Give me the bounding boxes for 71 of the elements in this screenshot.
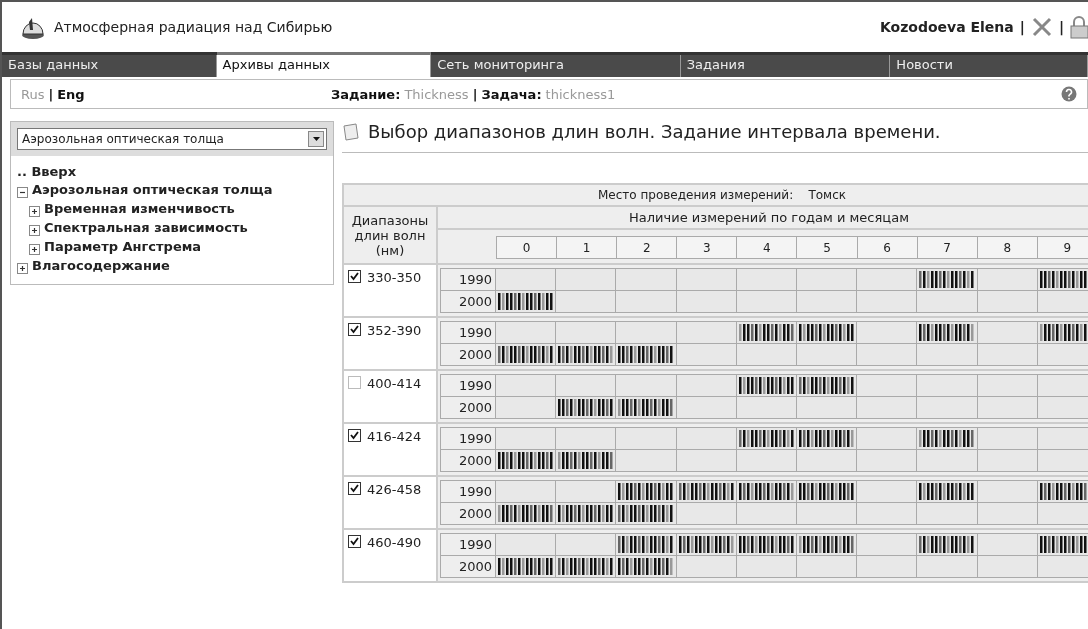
category-dropdown[interactable]: Аэрозольная оптическая толща [17,128,327,150]
nav-tab[interactable]: Базы данных [2,55,217,77]
expand-icon[interactable] [29,206,40,217]
year-label: 2000 [440,396,496,419]
column-header: 0 [496,236,557,259]
range-checkbox[interactable] [348,376,361,389]
separator: | [48,86,54,102]
nav-tab[interactable]: Задания [680,55,891,77]
range-checkbox[interactable] [348,270,361,283]
place-value: Томск [808,188,846,202]
column-header: 4 [736,236,797,259]
place-label: Место проведения измерений: [597,188,794,202]
column-header: 8 [977,236,1038,259]
column-header: 7 [917,236,978,259]
year-label: 2000 [440,502,496,525]
tree-item[interactable]: Временная изменчивость [44,201,235,216]
range-checkbox[interactable] [348,482,361,495]
year-label: 1990 [440,480,496,503]
help-icon[interactable] [1061,86,1077,102]
page-heading: Выбор диапазонов длин волн. Задание интервала времени. [368,121,941,142]
range-checkbox[interactable] [348,429,361,442]
range-checkbox[interactable] [348,535,361,548]
nav-tab[interactable]: Архивы данных [216,52,432,77]
year-label: 2000 [440,343,496,366]
tree-item[interactable]: Аэрозольная оптическая толща [32,182,273,197]
year-label: 1990 [440,321,496,344]
tree-item[interactable]: Параметр Ангстрема [44,239,202,254]
task-label: Задание: [331,86,401,102]
range-label: 460-490 [367,535,422,550]
subtask-label: Задача: [481,86,542,102]
year-label: 1990 [440,427,496,450]
nav-tab[interactable]: Новости [890,55,1088,77]
range-label: 352-390 [367,323,422,338]
column-header: 6 [857,236,918,259]
expand-icon[interactable] [17,263,28,274]
column-header: 3 [676,236,737,259]
language-link[interactable]: Eng [57,86,85,102]
subtask-value: thickness1 [545,86,616,102]
year-label: 1990 [440,268,496,291]
separator: | [1058,19,1064,35]
year-label: 1990 [440,533,496,556]
task-value: Thickness [404,86,469,102]
column-header: Наличие измерений по годам и месяцам [629,210,909,225]
year-label: 2000 [440,555,496,578]
lock-icon[interactable] [1070,15,1088,39]
column-header: 1 [556,236,617,259]
expand-icon[interactable] [29,244,40,255]
caret-icon [312,137,320,141]
range-checkbox[interactable] [348,323,361,336]
tree-item[interactable]: Влагосодержание [32,258,170,273]
column-header: 9 [1037,236,1088,259]
year-label: 2000 [440,449,496,472]
range-label: 426-458 [367,482,422,497]
separator: | [472,86,478,102]
user-name[interactable]: Kozodoeva Elena [879,19,1014,35]
column-header: 2 [616,236,677,259]
site-title: Атмосферная радиация над Сибирью [54,19,334,35]
range-label: 330-350 [367,270,422,285]
column-header: Диапазоны длин волн (нм) [351,212,429,258]
separator: | [1019,19,1025,35]
document-icon [342,122,360,141]
up-link[interactable]: .. Вверх [17,164,329,179]
range-label: 400-414 [367,376,422,391]
expand-icon[interactable] [29,225,40,236]
tree-item[interactable]: Спектральная зависимость [44,220,248,235]
year-label: 1990 [440,374,496,397]
range-label: 416-424 [367,429,422,444]
year-label: 2000 [440,290,496,313]
column-header: 5 [796,236,858,259]
nav-tab[interactable]: Сеть мониторинга [431,55,681,77]
collapse-icon[interactable] [17,187,28,198]
